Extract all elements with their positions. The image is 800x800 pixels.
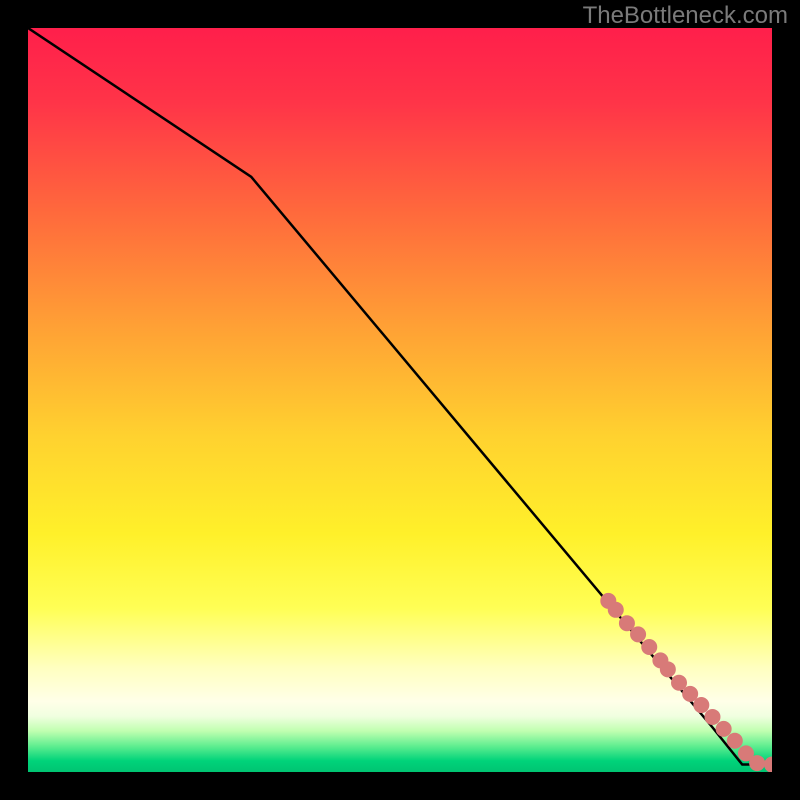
data-point (727, 733, 743, 749)
data-point (716, 721, 732, 737)
data-point (693, 697, 709, 713)
watermark-text: TheBottleneck.com (583, 2, 788, 30)
data-point (630, 626, 646, 642)
chart-svg (28, 28, 772, 772)
chart-container: TheBottleneck.com (0, 0, 800, 800)
plot-area (28, 28, 772, 772)
data-point (660, 661, 676, 677)
data-point (704, 709, 720, 725)
data-point (608, 602, 624, 618)
data-point (641, 639, 657, 655)
data-point (749, 755, 765, 771)
